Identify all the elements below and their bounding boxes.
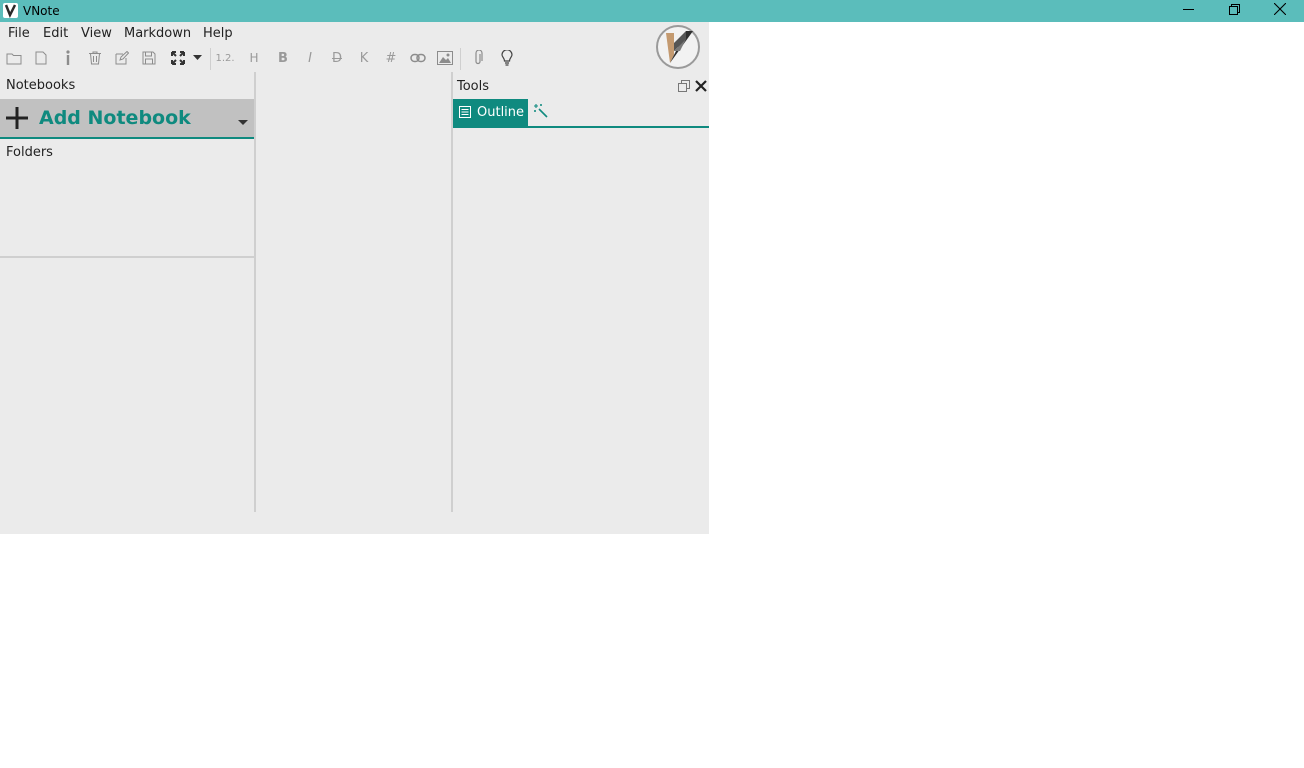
save-icon[interactable]: [140, 48, 158, 68]
note-list-pane: [256, 72, 451, 512]
magic-wand-icon: [533, 104, 549, 123]
info-icon[interactable]: [59, 48, 77, 68]
dropdown-icon[interactable]: [190, 48, 204, 68]
link-icon[interactable]: [409, 48, 427, 68]
notebook-pane: Notebooks Add Notebook Folders: [0, 72, 254, 512]
italic-button[interactable]: I: [301, 48, 319, 68]
tab-outline[interactable]: Outline: [453, 99, 528, 126]
toolbar: 1.2. H B I D K #: [0, 48, 640, 70]
restore-icon: [1228, 3, 1240, 19]
edit-icon[interactable]: [113, 48, 131, 68]
lightbulb-icon[interactable]: [498, 48, 516, 68]
vnote-logo: [656, 25, 700, 69]
inline-code-button[interactable]: K: [355, 48, 373, 68]
fullscreen-icon[interactable]: [169, 48, 187, 68]
menu-help[interactable]: Help: [203, 26, 233, 42]
outline-icon: [459, 106, 471, 122]
new-notebook-icon[interactable]: [5, 48, 23, 68]
toolbar-separator: [460, 48, 461, 70]
tab-outline-label: Outline: [477, 105, 525, 120]
close-icon: [1273, 2, 1287, 19]
image-icon[interactable]: [436, 48, 454, 68]
tools-tab-bar: Outline: [453, 99, 709, 128]
menu-edit[interactable]: Edit: [43, 26, 68, 42]
bold-button[interactable]: B: [274, 48, 292, 68]
main-window: File Edit View Markdown Help 1.2. H B I …: [0, 22, 709, 534]
heading-sequence-button[interactable]: 1.2.: [214, 48, 236, 68]
strikethrough-button[interactable]: D: [328, 48, 346, 68]
window-title: VNote: [23, 4, 60, 18]
add-notebook-button[interactable]: Add Notebook: [0, 99, 254, 139]
vnote-icon: [3, 3, 18, 19]
attachment-icon[interactable]: [469, 48, 487, 68]
toolbar-separator: [210, 48, 211, 70]
close-button[interactable]: [1257, 0, 1303, 22]
plus-icon: [6, 107, 28, 129]
hash-button[interactable]: #: [382, 48, 400, 68]
minimize-button[interactable]: [1165, 0, 1211, 22]
delete-icon[interactable]: [86, 48, 104, 68]
title-bar: VNote: [0, 0, 1304, 22]
menu-markdown[interactable]: Markdown: [124, 26, 191, 42]
tools-title: Tools: [457, 79, 490, 94]
close-pane-icon[interactable]: [695, 80, 707, 96]
menu-view[interactable]: View: [81, 26, 112, 42]
heading-button[interactable]: H: [245, 48, 263, 68]
minimize-icon: [1182, 4, 1194, 19]
restore-button[interactable]: [1211, 0, 1257, 22]
note-tools-splitter[interactable]: [451, 72, 453, 512]
add-notebook-label: Add Notebook: [39, 107, 191, 129]
float-window-icon[interactable]: [678, 80, 690, 96]
folders-label: Folders: [6, 145, 53, 160]
tab-snippets[interactable]: [533, 103, 553, 123]
new-note-icon[interactable]: [32, 48, 50, 68]
notebooks-title: Notebooks: [6, 78, 76, 93]
pane-splitter[interactable]: [0, 256, 254, 258]
menu-file[interactable]: File: [8, 26, 30, 42]
menu-bar: File Edit View Markdown Help: [0, 22, 709, 46]
chevron-down-icon[interactable]: [238, 115, 248, 130]
